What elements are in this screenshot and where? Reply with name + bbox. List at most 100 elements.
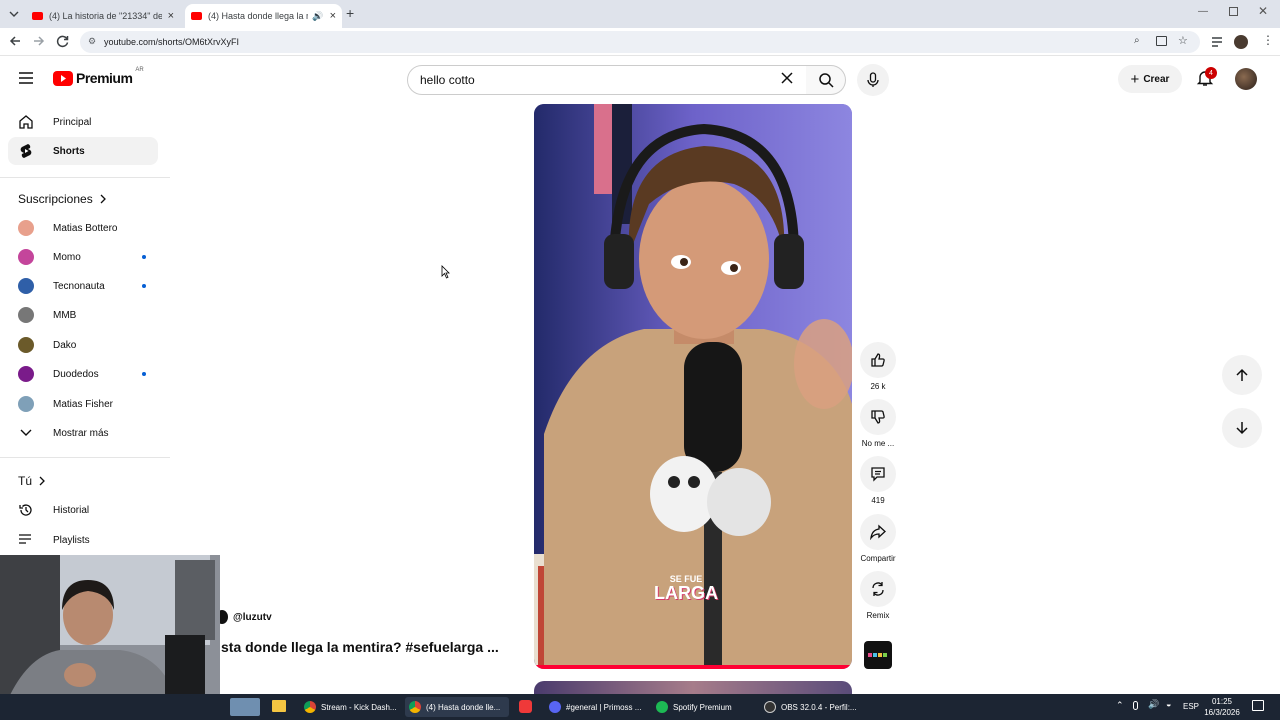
notification-badge: 4 [1205, 67, 1217, 79]
notifications-button[interactable]: 4 [1196, 67, 1217, 89]
comment-count: 419 [871, 496, 885, 505]
youtube-logo[interactable]: Premium AR [53, 67, 144, 86]
tab-close-icon[interactable]: × [330, 10, 336, 22]
browser-tab-2[interactable]: (4) Hasta donde llega la me 🔊 × [185, 4, 342, 28]
browser-menu-icon[interactable]: ⋮ [1262, 33, 1274, 47]
taskbar-item-youtube[interactable]: (4) Hasta donde lle... [405, 697, 509, 717]
taskbar-item-discord[interactable]: #general | Primoss ... [545, 697, 645, 717]
voice-search-button[interactable] [857, 64, 889, 96]
audio-track-thumbnail[interactable] [864, 641, 892, 669]
search-input[interactable]: hello cotto [407, 65, 807, 95]
taskbar-item-label: #general | Primoss ... [566, 702, 642, 712]
sidebar-item-subscription[interactable]: MMB [8, 301, 158, 329]
arrow-down-icon [1236, 422, 1248, 435]
browser-tab-1[interactable]: (4) La historia de "21334" de D × [26, 4, 180, 28]
taskbar-app-pinned[interactable] [230, 698, 260, 716]
account-avatar[interactable] [1235, 68, 1257, 90]
reading-list-icon[interactable] [1211, 36, 1223, 48]
back-icon[interactable] [8, 34, 22, 48]
tray-clock[interactable]: 01:25 16/3/2026 [1200, 696, 1244, 718]
sidebar-item-shorts[interactable]: Shorts [8, 137, 158, 165]
sidebar-item-subscription[interactable]: Matias Fisher [8, 390, 158, 418]
sidebar-item-label: MMB [53, 309, 77, 321]
channel-avatar [18, 337, 34, 353]
share-icon [870, 524, 886, 540]
install-app-icon[interactable] [1156, 36, 1167, 46]
sidebar-item-subscription[interactable]: Dako [8, 331, 158, 359]
tray-microphone-icon[interactable] [1133, 701, 1138, 710]
hamburger-menu-icon[interactable] [19, 72, 33, 84]
channel-logo-icon [868, 653, 887, 657]
file-explorer-icon[interactable] [272, 700, 286, 712]
share-label: Compartir [860, 554, 896, 563]
search-icon [818, 73, 834, 88]
sidebar-item-history[interactable]: Historial [8, 496, 158, 524]
new-content-dot [142, 372, 146, 376]
notification-center-icon[interactable] [1252, 700, 1264, 711]
search-button[interactable] [806, 65, 846, 95]
comments-button[interactable] [860, 456, 896, 492]
subscriptions-heading[interactable]: Suscripciones [18, 192, 107, 206]
tab-close-icon[interactable]: × [168, 10, 174, 22]
sidebar-item-label: Playlists [53, 534, 90, 546]
remix-button[interactable] [860, 571, 896, 607]
sidebar-item-label: Tecnonauta [53, 280, 105, 292]
sidebar-item-subscription[interactable]: Duodedos [8, 360, 158, 388]
you-heading[interactable]: Tú [18, 474, 46, 488]
next-short-button[interactable] [1222, 408, 1262, 448]
thumbs-down-icon [871, 410, 885, 424]
dislike-action[interactable]: No me ... [860, 399, 896, 448]
new-tab-button[interactable]: + [346, 5, 354, 21]
dislike-button[interactable] [860, 399, 896, 435]
remix-label: Remix [866, 611, 890, 620]
sidebar-item-label: Shorts [53, 145, 85, 157]
vivaldi-icon[interactable] [519, 700, 532, 713]
history-icon [8, 502, 44, 518]
channel-info[interactable]: @luzutv [216, 610, 272, 624]
remix-action[interactable]: Remix [860, 571, 896, 620]
tray-language[interactable]: ESP [1183, 702, 1199, 711]
url-text: youtube.com/shorts/OM6tXrvXyFI [104, 37, 240, 47]
address-bar[interactable]: ⚙ youtube.com/shorts/OM6tXrvXyFI ⌕ ☆ [80, 31, 1200, 53]
sidebar-item-principal[interactable]: Principal [8, 108, 158, 136]
tray-chevron-up-icon[interactable]: ⌃ [1116, 700, 1124, 711]
short-video-player[interactable]: SE FUE LARGA [534, 104, 852, 669]
plus-icon: + [1130, 70, 1140, 88]
show-more-button[interactable]: Mostrar más [8, 419, 158, 447]
taskbar-item-spotify[interactable]: Spotify Premium [652, 697, 742, 717]
spotify-icon [656, 701, 668, 713]
tray-volume-icon[interactable]: 🔊 [1148, 699, 1159, 710]
short-title[interactable]: sta donde llega la mentira? #sefuelarga … [221, 639, 499, 655]
clear-search-icon[interactable] [781, 72, 793, 84]
previous-short-button[interactable] [1222, 355, 1262, 395]
chevron-right-icon [100, 194, 106, 204]
new-content-dot [142, 255, 146, 259]
bookmark-star-icon[interactable]: ☆ [1178, 34, 1188, 47]
window-close-icon[interactable]: ✕ [1258, 4, 1268, 18]
site-info-icon[interactable]: ⚙ [88, 36, 96, 47]
create-button[interactable]: + Crear [1118, 65, 1182, 93]
tab-search-icon[interactable] [6, 7, 22, 21]
sidebar-item-playlists[interactable]: Playlists [8, 526, 158, 554]
share-button[interactable] [860, 514, 896, 550]
discord-icon [549, 701, 561, 713]
like-button[interactable] [860, 342, 896, 378]
zoom-icon[interactable]: ⌕ [1134, 35, 1140, 46]
reload-icon[interactable] [56, 34, 70, 48]
like-action[interactable]: 26 k [860, 342, 896, 391]
taskbar-item-kick[interactable]: Stream - Kick Dash... [300, 697, 398, 717]
tab-audio-icon[interactable]: 🔊 [312, 11, 323, 22]
tray-network-icon[interactable]: ◒ [1166, 699, 1171, 709]
tray-time: 01:25 [1211, 697, 1233, 706]
forward-icon[interactable] [32, 34, 46, 48]
video-progress-bar[interactable] [534, 665, 852, 669]
window-minimize-icon[interactable]: — [1198, 6, 1208, 17]
sidebar-item-subscription[interactable]: Matias Bottero [8, 214, 158, 242]
sidebar-item-subscription[interactable]: Momo [8, 243, 158, 271]
sidebar-item-subscription[interactable]: Tecnonauta [8, 272, 158, 300]
taskbar-item-obs[interactable]: OBS 32.0.4 - Perfil:... [760, 697, 860, 717]
profile-avatar[interactable] [1234, 35, 1248, 49]
comments-action[interactable]: 419 [860, 456, 896, 505]
window-maximize-icon[interactable] [1229, 7, 1238, 16]
share-action[interactable]: Compartir [860, 514, 896, 563]
